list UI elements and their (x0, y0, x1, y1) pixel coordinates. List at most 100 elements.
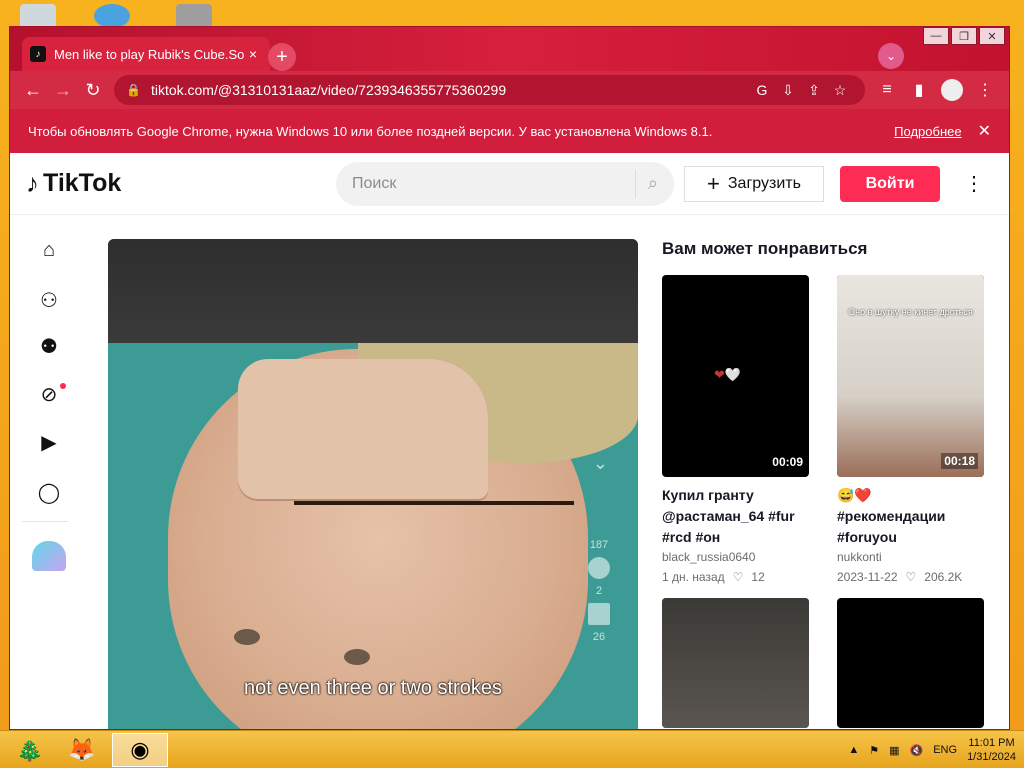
language-indicator[interactable]: ENG (933, 744, 957, 756)
profile-icon[interactable]: ◯ (34, 477, 64, 507)
clock[interactable]: 11:01 PM 1/31/2024 (967, 736, 1016, 765)
heart-icon: ♡ (732, 570, 744, 584)
rec-meta: 2023-11-22 ♡ 206.2K (837, 570, 984, 584)
rec-thumbnail[interactable]: ❤🤍 00:09 (662, 275, 809, 477)
url-text[interactable]: tiktok.com/@31310131aaz/video/7239346355… (151, 82, 749, 98)
video-cap (238, 359, 488, 499)
google-lens-icon[interactable]: G (749, 82, 775, 98)
video-top-band (108, 239, 638, 343)
tiktok-note-icon: ♪ (26, 168, 39, 198)
rec-thumbnail[interactable] (837, 598, 984, 728)
comment-icon[interactable] (588, 557, 610, 579)
video-actions: 187 2 26 (588, 539, 610, 643)
infobar-close-icon[interactable]: ✕ (978, 121, 991, 141)
bookmark-star-icon[interactable]: ☆ (827, 82, 853, 99)
menu-icon[interactable]: ⋮ (969, 80, 1001, 100)
video-line (294, 501, 574, 505)
omnibox[interactable]: 🔒 tiktok.com/@31310131aaz/video/72393463… (114, 75, 865, 105)
browser-tab[interactable]: ♪ Men like to play Rubik's Cube.So × (22, 37, 270, 71)
tab-title: Men like to play Rubik's Cube.So (54, 46, 244, 62)
video-caption: not even three or two strokes (244, 677, 502, 699)
hearts-icon: ❤🤍 (714, 367, 742, 382)
video-player[interactable]: ⌄ 187 2 26 not even three or two strokes (108, 239, 638, 729)
tab-search-icon[interactable]: ⌄ (878, 43, 904, 69)
taskbar: 🎄 🦊 ◉ ▲ ⚑ ▦ 🔇 ENG 11:01 PM 1/31/2024 (0, 730, 1024, 768)
folder-icon[interactable] (176, 4, 212, 28)
tiktok-favicon-icon: ♪ (30, 46, 46, 62)
share-icon[interactable]: ⇪ (801, 82, 827, 99)
teens-scene (662, 598, 809, 728)
maximize-button[interactable]: ❐ (951, 27, 977, 45)
heart-icon: ♡ (905, 570, 917, 584)
clock-time: 11:01 PM (968, 736, 1015, 749)
rec-title[interactable]: 😅❤️ #рекомендации #foruyou (837, 485, 984, 548)
rec-meta: 1 дн. назад ♡ 12 (662, 570, 809, 584)
flag-icon[interactable]: ⚑ (869, 744, 879, 757)
rec-date: 2023-11-22 (837, 570, 898, 584)
video-eye-left (234, 629, 260, 645)
following-icon[interactable]: ⚇ (34, 285, 64, 315)
tray-expand-icon[interactable]: ▲ (848, 744, 859, 756)
explore-icon[interactable]: ⊘ (34, 379, 66, 409)
rec-card[interactable]: ❤🤍 00:09 Купил гранту @растаман_64 #fur … (662, 275, 809, 584)
rec-likes: 12 (751, 570, 765, 584)
nav-divider (22, 521, 68, 522)
rec-title[interactable]: Купил гранту @растаман_64 #fur #rcd #он (662, 485, 809, 548)
save-count: 26 (592, 631, 606, 643)
new-tab-button[interactable]: + (268, 43, 296, 71)
chrome-taskbar-icon[interactable]: ◉ (112, 732, 168, 767)
forward-icon[interactable]: → (48, 75, 78, 105)
rec-card[interactable]: Оно в шутку не кинет дроться 00:18 😅❤️ #… (837, 275, 984, 584)
close-tab-icon[interactable]: × (244, 46, 262, 62)
rec-card[interactable] (837, 598, 984, 728)
rec-card[interactable] (662, 598, 809, 728)
live-icon[interactable]: ▶ (34, 427, 64, 457)
minimize-button[interactable]: — (923, 27, 949, 45)
side-panel-icon[interactable]: ▮ (903, 80, 935, 100)
network-icon[interactable]: ▦ (889, 744, 899, 757)
search-icon[interactable]: ⌕ (648, 173, 658, 194)
rec-author[interactable]: black_russia0640 (662, 550, 809, 564)
lock-icon[interactable]: 🔒 (126, 83, 141, 97)
comment-count: 2 (595, 585, 603, 597)
system-tray: ▲ ⚑ ▦ 🔇 ENG 11:01 PM 1/31/2024 (848, 731, 1016, 768)
search-divider (634, 169, 636, 198)
install-icon[interactable]: ⇩ (775, 82, 801, 99)
window-controls: — ❐ ✕ (923, 27, 1005, 45)
media-icon[interactable]: ≡ (871, 81, 903, 99)
notification-dot (60, 383, 66, 389)
tiktok-wordmark: TikTok (43, 169, 122, 197)
rec-thumbnail[interactable] (662, 598, 809, 728)
upload-button[interactable]: + Загрузить (684, 165, 824, 202)
infobar-more-link[interactable]: Подробнее (894, 124, 961, 139)
bookmark-icon[interactable] (588, 603, 610, 625)
effect-house-icon[interactable] (32, 541, 66, 571)
home-icon[interactable]: ⌂ (34, 235, 64, 265)
start-ornament-icon[interactable]: 🎄 (8, 733, 52, 767)
search-input[interactable]: Поиск (352, 175, 635, 193)
login-button[interactable]: Войти (840, 165, 940, 202)
recommendations-grid: ❤🤍 00:09 Купил гранту @растаман_64 #fur … (662, 275, 992, 728)
thumb-overlay-text: Оно в шутку не кинет дроться (848, 307, 973, 317)
search-box[interactable]: Поиск ⌕ (336, 161, 674, 206)
back-icon[interactable]: ← (18, 75, 48, 105)
chevron-down-icon[interactable]: ⌄ (593, 453, 608, 474)
friends-icon[interactable]: ⚉ (34, 331, 64, 361)
rec-thumbnail[interactable]: Оно в шутку не кинет дроться 00:18 (837, 275, 984, 477)
address-bar-row: ← → ↻ 🔒 tiktok.com/@31310131aaz/video/72… (10, 71, 1009, 109)
ie-icon[interactable] (94, 4, 130, 28)
firefox-icon[interactable]: 🦊 (60, 733, 104, 767)
rec-likes: 206.2K (924, 570, 963, 584)
tiktok-logo[interactable]: ♪ TikTok (26, 168, 336, 199)
tiktok-header: ♪ TikTok Поиск ⌕ + Загрузить Войти ⋮ (10, 153, 1009, 215)
rec-author[interactable]: nukkonti (837, 550, 984, 564)
title-bar: ♪ Men like to play Rubik's Cube.So × + ⌄… (10, 27, 1009, 71)
rec-duration: 00:18 (941, 453, 978, 469)
volume-muted-icon[interactable]: 🔇 (910, 744, 924, 757)
reload-icon[interactable]: ↻ (78, 75, 108, 105)
clock-date: 1/31/2024 (967, 751, 1016, 763)
recycle-bin-icon[interactable] (20, 4, 56, 28)
profile-avatar[interactable] (941, 79, 963, 101)
more-options-icon[interactable]: ⋮ (964, 171, 984, 196)
close-window-button[interactable]: ✕ (979, 27, 1005, 45)
